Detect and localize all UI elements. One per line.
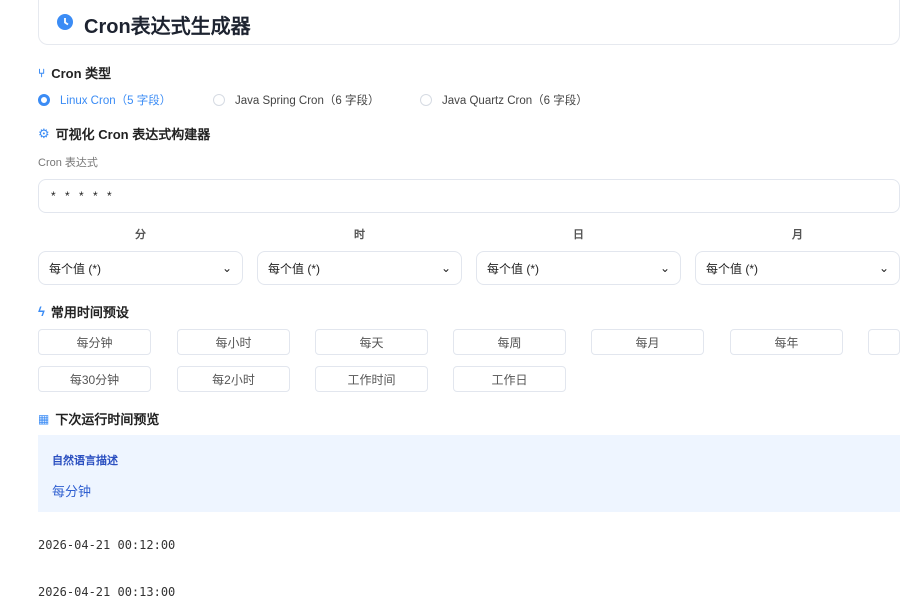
preset-button[interactable]: 每30分钟 xyxy=(38,366,151,392)
heading-text: 下次运行时间预览 xyxy=(55,412,160,427)
radio-dot[interactable] xyxy=(213,94,225,106)
calendar-icon: ▦ xyxy=(38,411,50,426)
field-label-month: 月 xyxy=(792,229,803,241)
preset-button[interactable]: 每分钟 xyxy=(38,329,151,355)
chevron-down-icon: ⌄ xyxy=(878,261,889,275)
chevron-down-icon: ⌄ xyxy=(440,261,451,275)
field-label-hour: 时 xyxy=(354,229,365,241)
month-select[interactable]: 每个值 (*) ⌄ xyxy=(695,251,900,285)
preset-button[interactable]: 工作时间 xyxy=(315,366,428,392)
next-run-time: 2026-04-21 00:13:00 xyxy=(38,585,176,599)
radio-label: Linux Cron（5 字段） xyxy=(60,95,172,107)
next-run-time: 2026-04-21 00:12:00 xyxy=(38,538,176,552)
field-label-minute: 分 xyxy=(135,229,146,241)
preset-button[interactable]: 每年 xyxy=(730,329,843,355)
hour-select[interactable]: 每个值 (*) ⌄ xyxy=(257,251,462,285)
preset-button[interactable]: 每月 xyxy=(591,329,704,355)
lightning-icon: ϟ xyxy=(38,304,45,319)
radio-label: Java Quartz Cron（6 字段） xyxy=(442,95,588,107)
clock-icon xyxy=(57,14,73,30)
cron-expression-input[interactable]: * * * * * xyxy=(38,179,900,213)
preset-button[interactable] xyxy=(868,329,900,355)
preset-button[interactable]: 每天 xyxy=(315,329,428,355)
day-select[interactable]: 每个值 (*) ⌄ xyxy=(476,251,681,285)
branch-icon: ⑂ xyxy=(38,65,46,80)
page-title: Cron表达式生成器 xyxy=(84,16,251,38)
heading-text: Cron 类型 xyxy=(51,66,112,81)
select-value: 每个值 (*) xyxy=(268,261,320,276)
minute-select[interactable]: 每个值 (*) ⌄ xyxy=(38,251,243,285)
heading-text: 可视化 Cron 表达式构建器 xyxy=(55,127,211,142)
radio-quartz[interactable]: Java Quartz Cron（6 字段） xyxy=(420,92,588,108)
presets-heading: ϟ 常用时间预设 xyxy=(38,302,129,321)
chevron-down-icon: ⌄ xyxy=(221,261,232,275)
builder-heading: ⚙ 可视化 Cron 表达式构建器 xyxy=(38,124,210,143)
preset-button[interactable]: 每小时 xyxy=(177,329,290,355)
radio-spring[interactable]: Java Spring Cron（6 字段） xyxy=(213,92,379,108)
field-label-day: 日 xyxy=(573,229,584,241)
select-value: 每个值 (*) xyxy=(49,261,101,276)
description-box xyxy=(38,435,900,512)
preset-button[interactable]: 每周 xyxy=(453,329,566,355)
description-label: 自然语言描述 xyxy=(52,455,118,467)
radio-label: Java Spring Cron（6 字段） xyxy=(235,95,380,107)
radio-dot[interactable] xyxy=(420,94,432,106)
select-value: 每个值 (*) xyxy=(706,261,758,276)
cron-type-heading: ⑂ Cron 类型 xyxy=(38,63,111,82)
radio-dot[interactable] xyxy=(38,94,50,106)
preset-button[interactable]: 工作日 xyxy=(453,366,566,392)
expr-label: Cron 表达式 xyxy=(38,157,98,169)
preset-button[interactable]: 每2小时 xyxy=(177,366,290,392)
chevron-down-icon: ⌄ xyxy=(659,261,670,275)
radio-linux[interactable]: Linux Cron（5 字段） xyxy=(38,92,171,108)
heading-text: 常用时间预设 xyxy=(50,305,129,320)
select-value: 每个值 (*) xyxy=(487,261,539,276)
gear-icon: ⚙ xyxy=(38,125,50,141)
description-value: 每分钟 xyxy=(52,484,92,499)
preview-heading: ▦ 下次运行时间预览 xyxy=(38,409,159,428)
